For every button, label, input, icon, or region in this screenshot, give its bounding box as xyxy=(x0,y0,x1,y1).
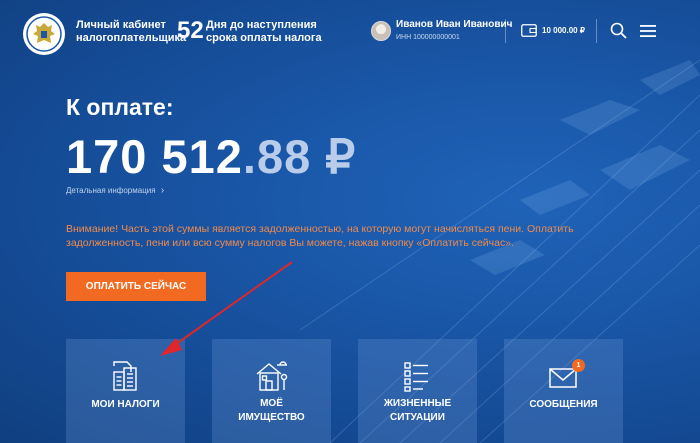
debt-warning: Внимание! Часть этой суммы является задо… xyxy=(66,223,574,249)
brand-line-2: налогоплательщика xyxy=(76,32,187,44)
avatar[interactable] xyxy=(371,21,391,41)
user-inn: ИНН 100000000001 xyxy=(396,34,460,41)
divider xyxy=(505,19,506,43)
days-until-due-count: 52 xyxy=(177,17,204,44)
tile-label: СООБЩЕНИЯ xyxy=(529,399,598,410)
hamburger-menu-icon[interactable] xyxy=(640,24,656,38)
wallet-icon[interactable] xyxy=(521,24,537,37)
documents-icon xyxy=(113,361,137,391)
tile-my-taxes[interactable]: МОИ НАЛОГИ xyxy=(66,339,185,443)
house-icon xyxy=(256,361,288,391)
amount-integer: 170 512 xyxy=(66,130,243,183)
details-link-label: Детальная информация xyxy=(66,186,156,195)
tile-label: ЖИЗНЕННЫЕ СИТУАЦИИ xyxy=(358,397,477,425)
brand-line-1: Личный кабинет xyxy=(76,19,166,31)
account-balance[interactable]: 10 000.00 ₽ xyxy=(542,26,585,35)
brand-title[interactable]: Личный кабинет налогоплательщика xyxy=(76,19,186,45)
chevron-right-icon: › xyxy=(160,185,165,196)
details-link[interactable]: Детальная информация › xyxy=(66,185,164,196)
tile-life-situations[interactable]: ЖИЗНЕННЫЕ СИТУАЦИИ xyxy=(358,339,477,443)
tile-messages[interactable]: 1 СООБЩЕНИЯ xyxy=(504,339,623,443)
tile-label-line-2: СИТУАЦИИ xyxy=(390,412,445,423)
pay-now-button[interactable]: ОПЛАТИТЬ СЕЙЧАС xyxy=(66,272,206,301)
amount-fraction: .88 ₽ xyxy=(242,130,357,183)
tile-label: МОЁ ИМУЩЕСТВО xyxy=(212,397,331,425)
tile-label-line-1: ЖИЗНЕННЫЕ xyxy=(383,398,452,409)
tile-label: МОИ НАЛОГИ xyxy=(91,399,160,410)
search-icon[interactable] xyxy=(610,22,627,39)
amount-due: 170 512.88 ₽ xyxy=(66,129,356,185)
tile-my-property[interactable]: МОЁ ИМУЩЕСТВО xyxy=(212,339,331,443)
payment-label: К оплате: xyxy=(66,94,174,120)
checklist-icon xyxy=(404,362,428,392)
fns-emblem-logo[interactable] xyxy=(22,12,66,56)
user-name[interactable]: Иванов Иван Иванович xyxy=(396,19,512,30)
tile-label-line-2: ИМУЩЕСТВО xyxy=(238,412,305,423)
tile-label-line-1: МОЁ xyxy=(260,398,283,409)
days-line-2: срока оплаты налога xyxy=(206,32,322,44)
unread-count-badge: 1 xyxy=(572,359,585,372)
top-bar: Личный кабинет налогоплательщика 52 Дня … xyxy=(0,0,700,64)
divider xyxy=(596,19,597,43)
days-until-due-text: Дня до наступления срока оплаты налога xyxy=(206,19,322,45)
days-line-1: Дня до наступления xyxy=(206,19,317,31)
